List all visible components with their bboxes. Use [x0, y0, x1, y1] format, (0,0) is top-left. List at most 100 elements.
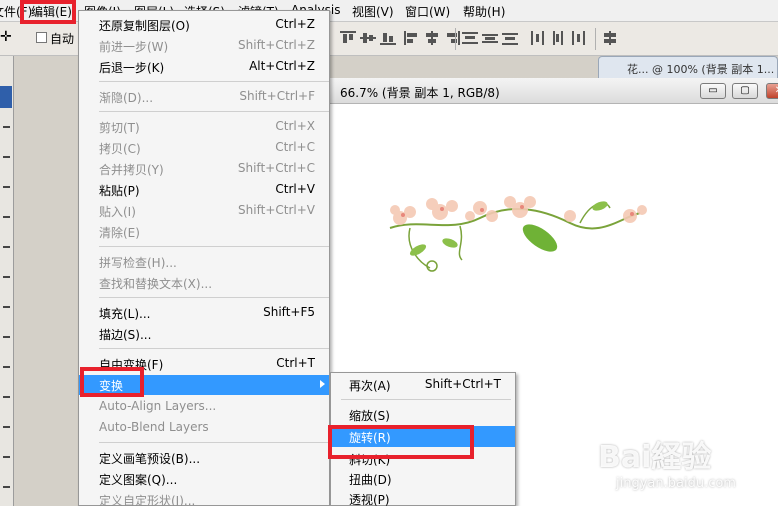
- menu-help[interactable]: 帮助(H): [463, 3, 505, 20]
- menu-item-undo[interactable]: 还原复制图层(O) Ctrl+Z: [79, 15, 329, 35]
- menu-item-shortcut: Shift+Ctrl+F: [239, 89, 315, 103]
- menu-item-label: 还原复制图层(O): [99, 19, 190, 33]
- active-tool-indicator[interactable]: [0, 86, 12, 108]
- menu-item-paste[interactable]: 粘贴(P) Ctrl+V: [79, 180, 329, 200]
- menu-item-stroke[interactable]: 描边(S)...: [79, 324, 329, 344]
- submenu-item-distort[interactable]: 扭曲(D): [331, 468, 515, 489]
- align-top-icon[interactable]: [340, 31, 356, 45]
- menu-item-shortcut: Shift+F5: [263, 305, 315, 319]
- menu-item-shortcut: Ctrl+T: [276, 356, 315, 370]
- menu-item-label: 前进一步(W): [99, 40, 169, 54]
- document-titlebar[interactable]: 66.7% (背景 副本 1, RGB/8) ▭ ▢ ✕: [330, 78, 778, 104]
- flower-vine-artwork: [389, 196, 647, 272]
- tools-panel: [0, 56, 14, 506]
- menu-item-label: Auto-Blend Layers: [99, 420, 209, 434]
- submenu-item-scale[interactable]: 缩放(S): [331, 404, 515, 425]
- auto-align-icon[interactable]: [602, 31, 618, 45]
- tool-icon[interactable]: [3, 246, 10, 248]
- tool-icon[interactable]: [3, 426, 10, 428]
- menu-item-auto-blend-layers[interactable]: Auto-Blend Layers: [79, 418, 329, 438]
- tool-icon[interactable]: [3, 336, 10, 338]
- menu-item-label: 定义自定形状(J)...: [99, 494, 196, 506]
- menu-item-define-pattern[interactable]: 定义图案(Q)...: [79, 469, 329, 489]
- menu-item-spell-check[interactable]: 拼写检查(H)...: [79, 252, 329, 272]
- close-button[interactable]: ✕: [766, 83, 778, 99]
- distribute-top-icon[interactable]: [462, 31, 478, 45]
- minimize-button[interactable]: ▭: [700, 83, 726, 99]
- menu-item-label: 定义画笔预设(B)...: [99, 452, 201, 466]
- menu-item-shortcut: Alt+Ctrl+Z: [249, 59, 315, 73]
- restore-button[interactable]: ▢: [732, 83, 758, 99]
- menu-item-label: 填充(L)...: [99, 307, 151, 321]
- distribute-hcenter-icon[interactable]: [550, 31, 566, 45]
- menu-item-copy-merged[interactable]: 合并拷贝(Y) Shift+Ctrl+C: [79, 159, 329, 179]
- menu-item-shortcut: Ctrl+V: [275, 182, 315, 196]
- menu-item-paste-into[interactable]: 贴入(I) Shift+Ctrl+V: [79, 201, 329, 221]
- align-left-icon[interactable]: [404, 31, 420, 45]
- menu-item-label: 贴入(I): [99, 205, 136, 219]
- menu-item-step-forward[interactable]: 前进一步(W) Shift+Ctrl+Z: [79, 36, 329, 56]
- menu-item-label: 合并拷贝(Y): [99, 163, 164, 177]
- menu-item-label: 查找和替换文本(X)...: [99, 277, 213, 291]
- align-bottom-icon[interactable]: [380, 31, 396, 45]
- menu-item-cut[interactable]: 剪切(T) Ctrl+X: [79, 117, 329, 137]
- document-tab-label: 花... @ 100% (背景 副本 1...: [627, 63, 775, 76]
- menu-separator: [341, 399, 511, 400]
- align-hcenter-icon[interactable]: [424, 31, 440, 45]
- tool-icon[interactable]: [3, 366, 10, 368]
- menu-item-shortcut: Shift+Ctrl+C: [237, 161, 315, 175]
- tool-icon[interactable]: [3, 276, 10, 278]
- menu-item-label: 拷贝(C): [99, 142, 141, 156]
- menu-item-label: 再次(A): [349, 379, 391, 393]
- menu-item-copy[interactable]: 拷贝(C) Ctrl+C: [79, 138, 329, 158]
- menu-item-fill[interactable]: 填充(L)... Shift+F5: [79, 303, 329, 323]
- tool-icon[interactable]: [3, 156, 10, 158]
- distribute-bottom-icon[interactable]: [502, 31, 518, 45]
- menu-item-label: 描边(S)...: [99, 328, 152, 342]
- menu-window[interactable]: 窗口(W): [405, 3, 450, 20]
- menu-item-label: 剪切(T): [99, 121, 140, 135]
- tool-icon[interactable]: [3, 396, 10, 398]
- tool-icon[interactable]: [3, 306, 10, 308]
- tool-icon[interactable]: [3, 456, 10, 458]
- submenu-item-perspective[interactable]: 透视(P): [331, 488, 515, 506]
- submenu-item-again[interactable]: 再次(A) Shift+Ctrl+T: [331, 374, 515, 395]
- menu-view[interactable]: 视图(V): [352, 3, 394, 20]
- submenu-arrow-icon: [320, 380, 325, 388]
- menu-separator: [99, 81, 329, 82]
- menu-item-clear[interactable]: 清除(E): [79, 222, 329, 242]
- tool-icon[interactable]: [3, 126, 10, 128]
- menu-item-define-shape[interactable]: 定义自定形状(J)...: [79, 490, 329, 506]
- align-right-icon[interactable]: [444, 31, 460, 45]
- menu-item-shortcut: Ctrl+C: [275, 140, 315, 154]
- menu-separator: [99, 348, 329, 349]
- edit-menu: 还原复制图层(O) Ctrl+Z 前进一步(W) Shift+Ctrl+Z 后退一步…: [78, 10, 330, 506]
- distribute-left-icon[interactable]: [530, 31, 546, 45]
- menu-item-shortcut: Shift+Ctrl+T: [424, 377, 501, 391]
- menu-item-shortcut: Shift+Ctrl+Z: [238, 38, 315, 52]
- document-title: 66.7% (背景 副本 1, RGB/8): [340, 86, 500, 100]
- move-tool-icon[interactable]: ✛: [0, 29, 12, 45]
- menu-item-find-replace[interactable]: 查找和替换文本(X)...: [79, 273, 329, 293]
- menu-separator: [99, 246, 329, 247]
- distribute-right-icon[interactable]: [570, 31, 586, 45]
- distribute-vcenter-icon[interactable]: [482, 31, 498, 45]
- menu-item-label: 定义图案(Q)...: [99, 473, 178, 487]
- menu-item-define-brush[interactable]: 定义画笔预设(B)...: [79, 448, 329, 468]
- menu-separator: [99, 442, 329, 443]
- tool-icon[interactable]: [3, 486, 10, 488]
- menu-item-fade[interactable]: 渐隐(D)... Shift+Ctrl+F: [79, 87, 329, 107]
- toolbar-separator: [455, 28, 456, 50]
- menu-item-label: 拼写检查(H)...: [99, 256, 177, 270]
- menu-item-label: 粘贴(P): [99, 184, 140, 198]
- document-tab[interactable]: 花... @ 100% (背景 副本 1...: [598, 56, 778, 78]
- tool-icon[interactable]: [3, 186, 10, 188]
- menu-item-step-backward[interactable]: 后退一步(K) Alt+Ctrl+Z: [79, 57, 329, 77]
- auto-select-checkbox[interactable]: [36, 32, 47, 43]
- menu-item-label: 扭曲(D): [349, 473, 392, 487]
- align-vcenter-icon[interactable]: [360, 31, 376, 45]
- tool-icon[interactable]: [3, 216, 10, 218]
- menu-item-auto-align-layers[interactable]: Auto-Align Layers...: [79, 397, 329, 417]
- watermark-brand: Bai経验: [598, 440, 712, 475]
- annotation-box-edit-menu: [20, 0, 76, 24]
